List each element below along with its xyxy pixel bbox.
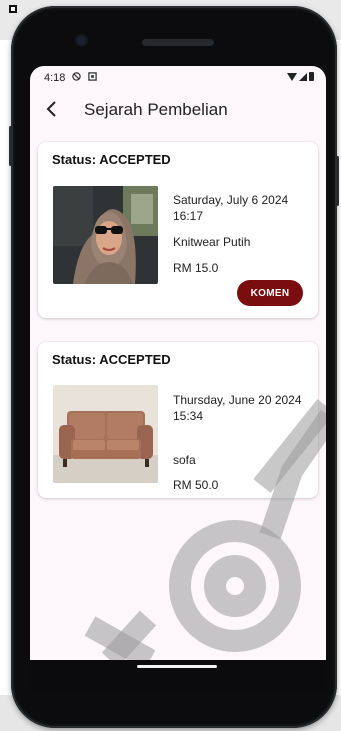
product-image bbox=[53, 186, 158, 284]
do-not-disturb-icon bbox=[72, 72, 81, 81]
status-right-icons bbox=[287, 72, 314, 81]
order-status: Status: ACCEPTED bbox=[52, 152, 171, 167]
order-status: Status: ACCEPTED bbox=[52, 352, 171, 367]
battery-icon bbox=[309, 72, 314, 81]
order-card[interactable]: Status: ACCEPTED Thursday, June 20 2024 … bbox=[38, 342, 318, 498]
product-price: RM 50.0 bbox=[173, 478, 219, 492]
product-image bbox=[53, 385, 158, 483]
status-time: 4:18 bbox=[44, 72, 66, 84]
order-datetime: Saturday, July 6 2024 16:17 bbox=[173, 192, 303, 224]
home-indicator[interactable] bbox=[137, 665, 217, 668]
power-button bbox=[336, 156, 339, 206]
navigation-bar bbox=[30, 660, 326, 692]
front-camera bbox=[77, 36, 86, 45]
status-bar: 4:18 bbox=[30, 66, 326, 90]
order-datetime: Thursday, June 20 2024 15:34 bbox=[173, 392, 303, 424]
page-title: Sejarah Pembelian bbox=[84, 100, 228, 119]
arrow-back-icon bbox=[46, 101, 56, 117]
order-time: 16:17 bbox=[173, 209, 204, 223]
product-name: Knitwear Putih bbox=[173, 235, 251, 249]
app-bar: Sejarah Pembelian bbox=[30, 94, 326, 124]
wifi-icon bbox=[287, 72, 297, 81]
signal-icon bbox=[299, 72, 307, 81]
app-screen: 4:18 Sejarah Pembelian Status: ACCEPTED bbox=[30, 66, 326, 660]
order-date: Thursday, June 20 2024 bbox=[173, 393, 302, 407]
back-button[interactable] bbox=[44, 98, 64, 120]
order-date: Saturday, July 6 2024 bbox=[173, 193, 289, 207]
notification-icon bbox=[88, 72, 97, 81]
product-name: sofa bbox=[173, 453, 196, 467]
order-time: 15:34 bbox=[173, 409, 204, 423]
komen-button[interactable]: KOMEN bbox=[237, 280, 303, 306]
product-price: RM 15.0 bbox=[173, 261, 219, 275]
order-card[interactable]: Status: ACCEPTED Saturday, July 6 2024 1… bbox=[38, 142, 318, 318]
volume-button bbox=[9, 126, 12, 166]
earpiece-speaker bbox=[142, 39, 214, 46]
corner-marker bbox=[9, 5, 17, 13]
